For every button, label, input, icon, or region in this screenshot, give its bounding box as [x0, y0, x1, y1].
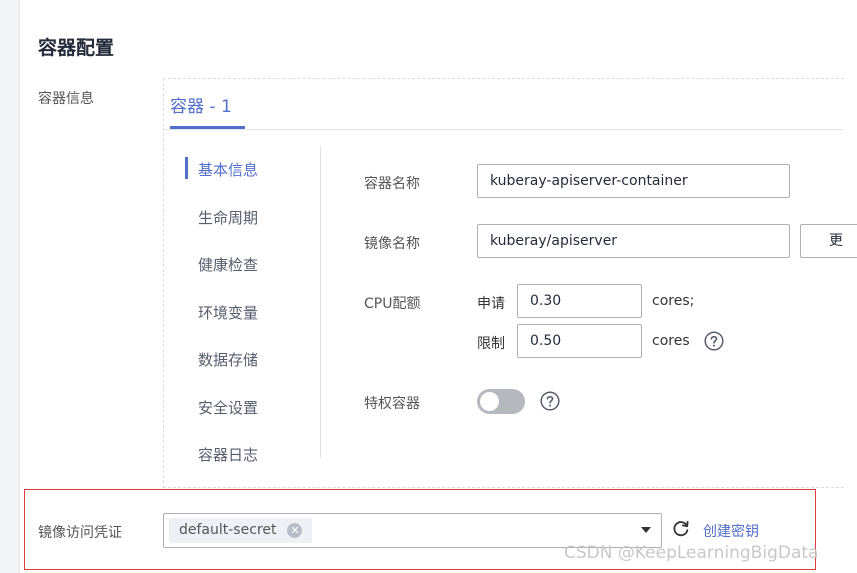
toggle-knob — [480, 392, 499, 411]
secret-tag-label: default-secret — [179, 522, 277, 538]
close-icon[interactable]: ✕ — [287, 523, 303, 538]
cpu-request-unit: cores; — [652, 293, 695, 309]
cpu-help-icon[interactable] — [704, 331, 724, 351]
secret-tag: default-secret ✕ — [169, 518, 313, 543]
container-name-input[interactable]: kuberay-apiserver-container — [477, 164, 790, 198]
image-name-input[interactable]: kuberay/apiserver — [477, 224, 790, 258]
image-secret-label: 镜像访问凭证 — [38, 525, 122, 541]
section-title: 容器配置 — [38, 37, 115, 59]
privileged-container-label: 特权容器 — [364, 396, 420, 412]
tab-bar-divider — [163, 129, 843, 130]
tab-container-1[interactable]: 容器 - 1 — [170, 92, 232, 117]
cpu-request-label: 申请 — [477, 296, 505, 312]
nav-item-basic-info[interactable]: 基本信息 — [198, 159, 258, 180]
create-secret-link[interactable]: 创建密钥 — [703, 521, 759, 541]
watermark: CSDN @KeepLearningBigData — [564, 543, 819, 563]
cpu-quota-label: CPU配额 — [364, 296, 421, 312]
image-name-label: 镜像名称 — [364, 236, 420, 252]
nav-item-env-vars[interactable]: 环境变量 — [198, 302, 258, 323]
cpu-limit-input[interactable]: 0.50 — [517, 324, 642, 358]
tab-active-indicator — [170, 126, 245, 129]
refresh-icon[interactable] — [672, 520, 690, 538]
cpu-limit-unit: cores — [652, 333, 690, 349]
container-name-label: 容器名称 — [364, 176, 420, 192]
container-info-label: 容器信息 — [38, 91, 94, 107]
cpu-request-input[interactable]: 0.30 — [517, 284, 642, 318]
change-image-button[interactable]: 更 — [800, 224, 857, 258]
nav-item-container-logs[interactable]: 容器日志 — [198, 444, 258, 465]
chevron-down-icon[interactable] — [641, 527, 651, 533]
cpu-limit-label: 限制 — [477, 336, 505, 352]
nav-item-lifecycle[interactable]: 生命周期 — [198, 207, 258, 228]
privileged-toggle[interactable] — [477, 389, 525, 414]
nav-item-data-storage[interactable]: 数据存储 — [198, 349, 258, 370]
nav-item-security[interactable]: 安全设置 — [198, 397, 258, 418]
nav-item-health-check[interactable]: 健康检查 — [198, 254, 258, 275]
container-side-nav: 基本信息 生命周期 健康检查 环境变量 数据存储 安全设置 容器日志 — [183, 146, 321, 464]
privileged-help-icon[interactable] — [540, 391, 560, 411]
nav-active-indicator — [185, 157, 188, 179]
